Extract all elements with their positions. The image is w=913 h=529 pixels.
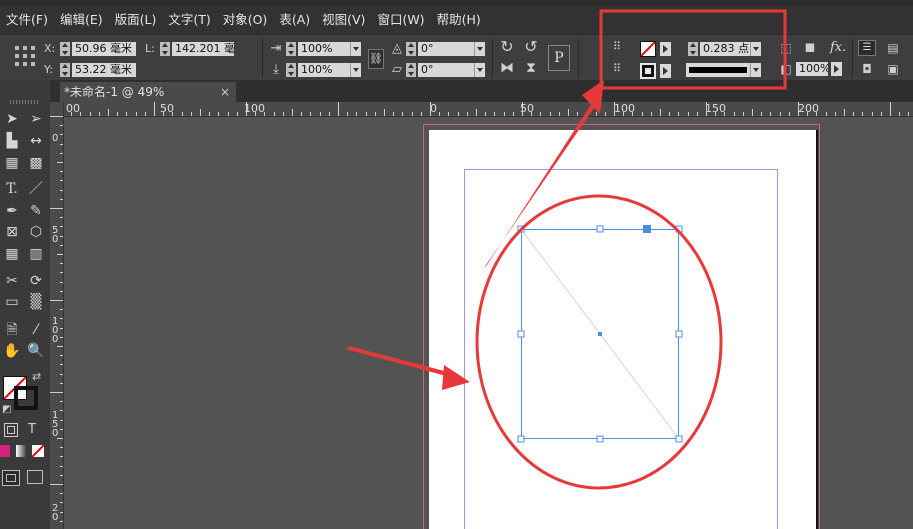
- canvas-overlay: [346, 9, 787, 490]
- annotation-box: [599, 9, 787, 90]
- resize-handle[interactable]: [517, 330, 525, 338]
- center-point: [598, 332, 602, 336]
- annotation-ellipse: [475, 194, 723, 490]
- annotation-arrow-right: [346, 346, 470, 390]
- annotation-arrow-up: [484, 80, 604, 268]
- selected-graphic-frame[interactable]: [517, 225, 683, 443]
- resize-handle[interactable]: [596, 225, 604, 233]
- resize-handle[interactable]: [517, 435, 525, 443]
- resize-handle[interactable]: [675, 435, 683, 443]
- resize-handle[interactable]: [675, 330, 683, 338]
- content-grabber-handle[interactable]: [643, 225, 651, 233]
- resize-handle[interactable]: [596, 435, 604, 443]
